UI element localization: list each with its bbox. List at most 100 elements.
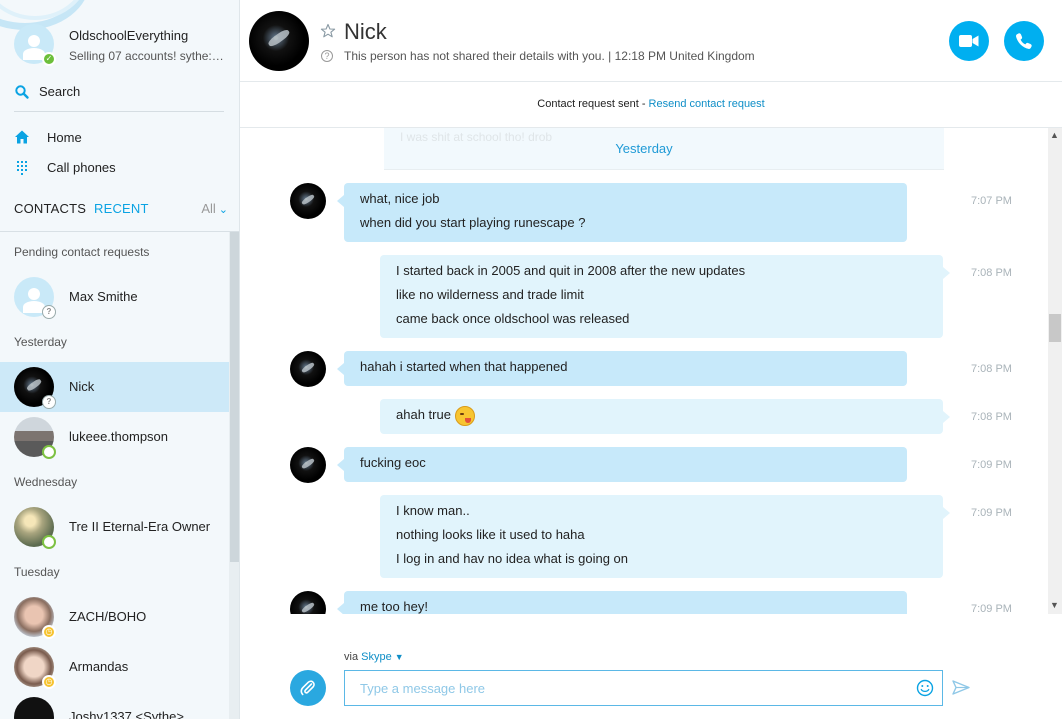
via-service: Skype [361,651,392,663]
section-header: Wednesday [14,475,78,489]
unknown-status-icon: ? [42,395,56,409]
message-time: 7:08 PM [971,411,1012,423]
away-status-icon: ◷ [42,625,56,639]
favorite-star-icon[interactable] [320,23,336,39]
message-line: hahah i started when that happened [360,359,568,374]
emoticon-picker-icon[interactable] [916,679,934,697]
avatar: ? [14,367,56,409]
recent-list: Pending contact requests ? Max Smithe Ye… [0,232,229,719]
conversation-header: Nick ? This person has not shared their … [240,0,1062,82]
message-input[interactable] [344,670,943,706]
message-bubble[interactable]: ahah true [380,399,950,434]
list-item-selected[interactable]: ? Nick [0,362,229,412]
message-bubble[interactable]: I know man.. nothing looks like it used … [380,495,950,578]
profile-mood-message[interactable]: Selling 07 accounts! sythe:Oldschool [69,49,229,63]
phone-icon [1016,33,1032,49]
message-bubble[interactable]: what, nice job when did you start playin… [337,183,907,242]
avatar: ? [14,277,56,319]
tab-recent[interactable]: RECENT [94,201,149,216]
message-line: when did you start playing runescape ? [360,215,586,230]
avatar: ◷ [14,647,56,689]
list-item[interactable]: lukeee.thompson [0,412,229,462]
message-avatar[interactable] [290,447,326,483]
nav-call-phones[interactable]: Call phones [14,157,214,181]
message-time: 7:07 PM [971,195,1012,207]
filter-dropdown[interactable]: All ⌄ [201,201,228,216]
section-header: Yesterday [14,335,67,349]
avatar [14,417,56,459]
list-item[interactable]: Tre II Eternal-Era Owner [0,502,229,552]
message-line: nothing looks like it used to haha [396,527,585,542]
send-via-selector[interactable]: via Skype ▼ [344,651,404,663]
contact-name: Nick [69,379,95,394]
sidebar: ✓ OldschoolEverything Selling 07 account… [0,0,240,719]
scroll-up-arrow-icon[interactable]: ▲ [1050,130,1059,140]
dialpad-icon [17,161,27,175]
my-profile[interactable]: ✓ OldschoolEverything Selling 07 account… [14,24,234,68]
search-box[interactable]: Search [14,82,224,112]
nav-call-phones-label: Call phones [47,160,116,175]
tab-contacts[interactable]: CONTACTS [14,201,86,216]
list-item[interactable]: ◷ ZACH/BOHO [0,592,229,642]
skype-window: ✓ OldschoolEverything Selling 07 account… [0,0,1062,719]
message-time: 7:09 PM [971,459,1012,471]
message-line: fucking eoc [360,455,426,470]
paperclip-icon [300,680,315,696]
message-time: 7:08 PM [971,363,1012,375]
nav-home[interactable]: Home [14,127,214,151]
contact-avatar[interactable] [249,11,309,71]
filter-label: All [201,201,216,216]
online-status-icon [42,445,56,459]
home-icon [15,130,29,144]
chat-scrollbar[interactable]: ▲ ▼ [1048,128,1062,614]
chat-scroll-thumb[interactable] [1049,314,1061,342]
scroll-down-arrow-icon[interactable]: ▼ [1050,600,1059,610]
message-bubble[interactable]: fucking eoc [337,447,907,482]
chevron-down-icon: ⌄ [218,204,228,216]
video-call-button[interactable] [949,21,989,61]
search-label: Search [39,84,81,99]
via-label: via [344,651,359,663]
message-avatar[interactable] [290,351,326,387]
message-bubble[interactable]: me too hey! [337,591,907,614]
sidebar-scroll-thumb[interactable] [230,232,239,562]
message-time: 7:09 PM [971,603,1012,614]
message-line: ahah true [396,407,451,422]
message-history[interactable]: I was shit at school tho! drob Yesterday… [240,128,1048,614]
resend-request-link[interactable]: Resend contact request [649,98,765,110]
message-bubble[interactable]: hahah i started when that happened [337,351,907,386]
tongue-wink-emoticon-icon [454,405,475,426]
contact-name-title: Nick [344,19,387,44]
message-line: came back once oldschool was released [396,311,630,326]
message-line: I log in and hav no idea what is going o… [396,551,629,566]
contact-name: Armandas [69,659,129,674]
contact-tabs: CONTACTS RECENT All ⌄ [14,199,230,219]
send-icon[interactable] [952,680,970,696]
message-line: like no wilderness and trade limit [396,287,584,302]
avatar [14,697,54,719]
message-time: 7:09 PM [971,507,1012,519]
section-header: Tuesday [14,565,60,579]
nav-home-label: Home [47,130,82,145]
message-bubble[interactable]: I started back in 2005 and quit in 2008 … [380,255,950,338]
my-avatar[interactable]: ✓ [14,24,56,66]
contact-name: ZACH/BOHO [69,609,147,624]
attach-button[interactable] [290,670,326,706]
message-line: what, nice job [360,191,440,206]
message-line: I know man.. [396,503,470,518]
video-camera-icon [959,35,979,47]
list-item[interactable]: ? Max Smithe [0,272,229,322]
message-avatar[interactable] [290,591,326,614]
contact-name: Joshy1337 <Sythe> [69,709,184,719]
list-item[interactable]: ◷ Armandas [0,642,229,692]
contact-name: lukeee.thompson [69,429,169,444]
day-separator: Yesterday [615,141,673,156]
online-status-icon: ✓ [42,52,56,66]
list-item[interactable]: Joshy1337 <Sythe> [0,692,229,719]
message-avatar[interactable] [290,183,326,219]
unknown-status-icon: ? [42,305,56,319]
contact-request-bar: Contact request sent - Resend contact re… [240,82,1062,128]
avatar [14,507,56,549]
message-line: I started back in 2005 and quit in 2008 … [396,263,746,278]
audio-call-button[interactable] [1004,21,1044,61]
